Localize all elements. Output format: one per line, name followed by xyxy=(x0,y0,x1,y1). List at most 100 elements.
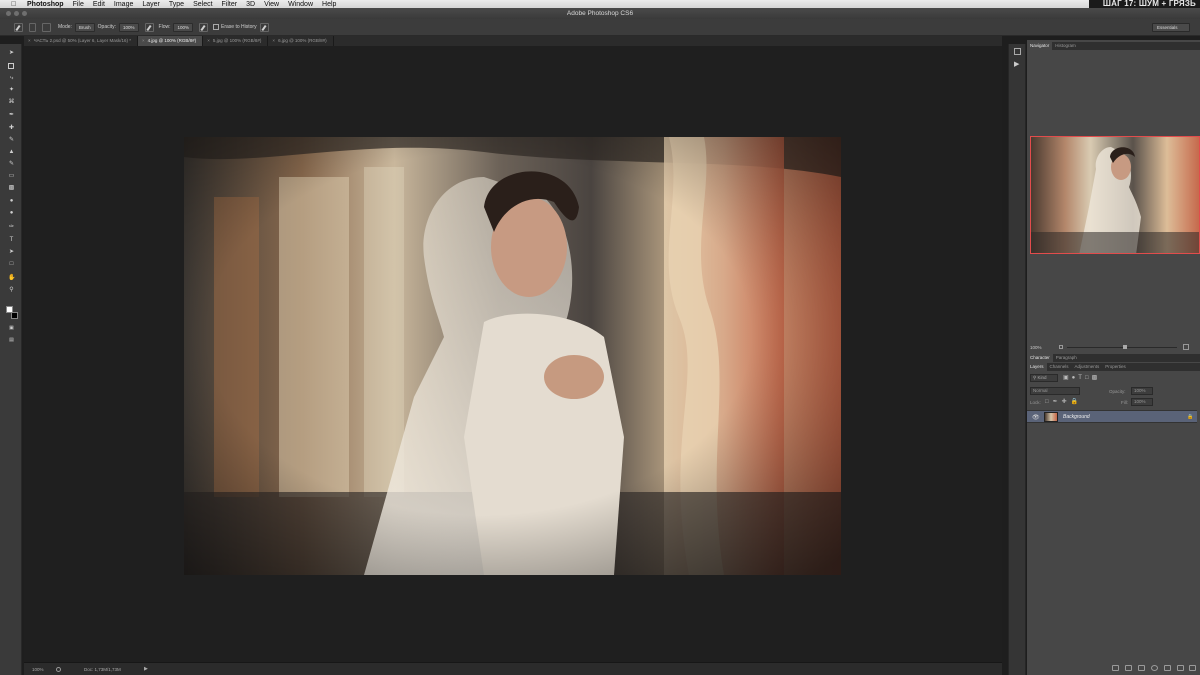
airbrush-icon[interactable] xyxy=(199,22,208,32)
document-tab-active[interactable]: × 4.jpg @ 100% (RGB/8#) xyxy=(137,36,204,46)
hand-tool-icon[interactable]: ✋ xyxy=(8,275,15,282)
mode-label: Mode: xyxy=(58,24,72,30)
menu-layer[interactable]: Layer xyxy=(142,1,160,8)
shape-tool-icon[interactable]: □ xyxy=(8,261,15,268)
move-tool-icon[interactable]: ➤ xyxy=(8,50,15,57)
pen-tool-icon[interactable]: ✑ xyxy=(8,224,15,231)
eraser-tool-icon[interactable]: ▭ xyxy=(8,173,15,180)
menu-app-name[interactable]: Photoshop xyxy=(27,1,64,8)
eyedropper-tool-icon[interactable]: ✒ xyxy=(8,112,15,119)
layers-opacity-field[interactable]: 100% xyxy=(1131,387,1153,395)
blur-tool-icon[interactable]: ● xyxy=(8,198,15,205)
layer-name[interactable]: Background xyxy=(1063,414,1090,420)
new-layer-button[interactable] xyxy=(1177,665,1184,671)
menu-select[interactable]: Select xyxy=(193,1,212,8)
document-photo[interactable] xyxy=(184,137,841,575)
navigator-preview[interactable] xyxy=(1030,136,1200,254)
zoom-out-icon[interactable] xyxy=(1059,345,1063,349)
document-tabs: × ЧАСТЬ 2.psd @ 50% (Layer 6, Layer Mask/… xyxy=(24,36,1002,46)
opacity-field[interactable]: 100% xyxy=(119,22,139,32)
menu-image[interactable]: Image xyxy=(114,1,133,8)
menu-view[interactable]: View xyxy=(264,1,279,8)
tab-navigator[interactable]: Navigator xyxy=(1027,42,1053,50)
tab-layers[interactable]: Layers xyxy=(1027,363,1047,371)
menu-help[interactable]: Help xyxy=(322,1,336,8)
workspace-select[interactable]: Essentials xyxy=(1152,23,1190,32)
brush-size-picker[interactable] xyxy=(29,22,36,32)
status-menu-arrow-icon[interactable]: ▶ xyxy=(144,663,148,675)
eraser-tool-preset-icon[interactable] xyxy=(14,22,23,32)
menu-file[interactable]: File xyxy=(73,1,84,8)
marquee-tool-icon[interactable] xyxy=(8,63,14,69)
dodge-tool-icon[interactable]: ● xyxy=(8,210,15,217)
quick-select-tool-icon[interactable]: ✦ xyxy=(8,87,15,94)
document-tab[interactable]: × 6.jpg @ 100% (RGB/8#) xyxy=(268,36,334,46)
type-tool-icon[interactable]: T xyxy=(8,237,15,244)
pressure-size-icon[interactable] xyxy=(259,22,269,32)
gradient-tool-icon[interactable]: ▩ xyxy=(8,185,15,192)
mode-select[interactable]: Brush xyxy=(74,22,95,32)
status-bar: 100% Doc: 1,73M/1,73M ▶ xyxy=(24,662,1002,675)
blend-mode-select[interactable]: Normal xyxy=(1030,387,1080,395)
adjustment-layer-button[interactable] xyxy=(1151,665,1158,671)
tab-adjustments[interactable]: Adjustments xyxy=(1072,363,1103,371)
menu-window[interactable]: Window xyxy=(288,1,313,8)
zoom-level[interactable]: 100% xyxy=(32,663,44,675)
history-brush-icon[interactable]: ✎ xyxy=(8,161,15,168)
navigator-zoom-slider[interactable] xyxy=(1067,347,1177,348)
document-canvas-area[interactable] xyxy=(24,46,1002,662)
eye-icon[interactable]: 👁 xyxy=(1032,414,1040,421)
quick-mask-icon[interactable]: ▣ xyxy=(8,325,15,332)
layers-opacity-label: Opacity: xyxy=(1109,389,1126,394)
close-window-button[interactable] xyxy=(6,11,11,16)
actions-panel-icon[interactable]: ▶ xyxy=(1014,60,1019,68)
add-mask-button[interactable] xyxy=(1138,665,1145,671)
healing-brush-icon[interactable]: ✚ xyxy=(8,125,15,132)
pressure-opacity-icon[interactable] xyxy=(144,22,154,32)
menu-filter[interactable]: Filter xyxy=(222,1,238,8)
menu-3d[interactable]: 3D xyxy=(246,1,255,8)
document-tab[interactable]: × ЧАСТЬ 2.psd @ 50% (Layer 6, Layer Mask/… xyxy=(24,36,138,46)
history-panel-icon[interactable] xyxy=(1014,48,1021,55)
brush-tool-icon[interactable]: ✎ xyxy=(8,137,15,144)
layer-row-background[interactable]: 👁 Background 🔒 xyxy=(1027,410,1197,423)
flow-field[interactable]: 100% xyxy=(173,22,193,32)
link-layers-button[interactable] xyxy=(1112,665,1119,671)
zoom-in-icon[interactable] xyxy=(1183,344,1189,350)
layer-filter-kind-select[interactable]: ⚲ Kind xyxy=(1030,374,1058,382)
status-info-icon[interactable] xyxy=(56,667,61,672)
tab-character[interactable]: Character xyxy=(1027,354,1053,362)
brush-panel-toggle-icon[interactable] xyxy=(42,22,51,32)
lock-icons[interactable]: □✒✚🔒 xyxy=(1045,398,1082,405)
menu-type[interactable]: Type xyxy=(169,1,184,8)
layer-filter-icons[interactable]: ▣●T□▩ xyxy=(1063,374,1100,381)
fx-button[interactable] xyxy=(1125,665,1132,671)
tab-channels[interactable]: Channels xyxy=(1047,363,1072,371)
path-select-icon[interactable]: ➤ xyxy=(8,249,15,256)
clone-stamp-icon[interactable]: ▲ xyxy=(8,149,15,156)
menu-edit[interactable]: Edit xyxy=(93,1,105,8)
navigator-zoom-thumb[interactable] xyxy=(1123,345,1127,349)
tab-histogram[interactable]: Histogram xyxy=(1052,42,1079,50)
close-tab-icon[interactable]: × xyxy=(207,38,210,43)
zoom-window-button[interactable] xyxy=(22,11,27,16)
tab-paragraph[interactable]: Paragraph xyxy=(1053,354,1080,362)
navigator-zoom-value[interactable]: 100% xyxy=(1030,345,1042,350)
new-group-button[interactable] xyxy=(1164,665,1171,671)
close-tab-icon[interactable]: × xyxy=(272,38,275,43)
screen-mode-icon[interactable]: ▤ xyxy=(8,337,15,344)
background-color-swatch[interactable] xyxy=(11,312,18,319)
lasso-tool-icon[interactable]: ⤷ xyxy=(8,75,15,82)
zoom-tool-icon[interactable]: ⚲ xyxy=(8,287,15,294)
apple-icon[interactable]:  xyxy=(11,1,19,8)
crop-tool-icon[interactable]: ⌘ xyxy=(8,99,15,106)
close-tab-icon[interactable]: × xyxy=(142,38,145,43)
tab-label: 4.jpg @ 100% (RGB/8#) xyxy=(147,38,197,43)
minimize-window-button[interactable] xyxy=(14,11,19,16)
erase-history-checkbox[interactable] xyxy=(213,24,219,30)
fill-field[interactable]: 100% xyxy=(1131,398,1153,406)
close-tab-icon[interactable]: × xyxy=(28,38,31,43)
document-tab[interactable]: × 5.jpg @ 100% (RGB/8#) xyxy=(203,36,269,46)
trash-icon[interactable] xyxy=(1189,665,1196,671)
tab-properties[interactable]: Properties xyxy=(1102,363,1129,371)
